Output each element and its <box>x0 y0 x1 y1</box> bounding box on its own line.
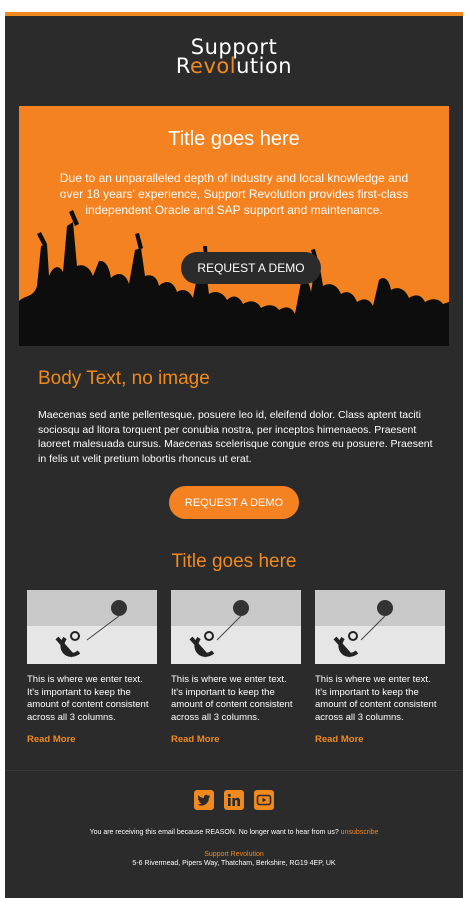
anchor-balloon-image <box>315 590 445 664</box>
email-container: Support Revolution Title goes here Due t… <box>5 12 463 898</box>
read-more-link[interactable]: Read More <box>171 734 301 745</box>
youtube-icon[interactable] <box>254 790 275 810</box>
anchor-balloon-image <box>27 590 157 664</box>
column-text: This is where we enter text. It's import… <box>27 674 149 723</box>
linkedin-icon[interactable] <box>224 790 244 810</box>
hero-request-demo-button[interactable]: REQUEST A DEMO <box>181 252 321 284</box>
footer-notice: You are receiving this email because REA… <box>5 829 463 836</box>
read-more-link[interactable]: Read More <box>27 734 157 745</box>
company-address: 5-6 Rivermead, Pipers Way, Thatcham, Ber… <box>132 860 336 867</box>
logo-line-2: Revolution <box>175 54 293 78</box>
hero-text: Due to an unparalleled depth of industry… <box>59 171 409 217</box>
support-revolution-logo[interactable]: Support Revolution <box>169 37 299 78</box>
body-request-demo-button[interactable]: REQUEST A DEMO <box>169 486 299 519</box>
top-accent-bar <box>5 12 463 16</box>
column-3: This is where we enter text. It's import… <box>315 590 445 745</box>
footer-divider <box>5 770 463 771</box>
column-2: This is where we enter text. It's import… <box>171 590 301 745</box>
body-title: Body Text, no image <box>38 368 210 389</box>
column-text: This is where we enter text. It's import… <box>315 674 437 723</box>
column-1: This is where we enter text. It's import… <box>27 590 157 745</box>
hero-banner: Title goes here Due to an unparalleled d… <box>19 106 449 346</box>
three-column-section: This is where we enter text. It's import… <box>27 590 447 750</box>
section-title: Title goes here <box>171 551 297 572</box>
read-more-link[interactable]: Read More <box>315 734 445 745</box>
body-text: Maecenas sed ante pellentesque, posuere … <box>38 409 433 465</box>
hero-title: Title goes here <box>168 128 300 150</box>
social-links <box>5 790 463 810</box>
footer-notice-text: You are receiving this email because REA… <box>89 829 339 836</box>
company-link[interactable]: Support Revolution <box>5 850 463 859</box>
column-text: This is where we enter text. It's import… <box>171 674 293 723</box>
twitter-icon[interactable] <box>193 790 214 810</box>
unsubscribe-link[interactable]: unsubscribe <box>341 829 379 836</box>
footer-company: Support Revolution 5-6 Rivermead, Pipers… <box>5 850 463 868</box>
anchor-balloon-image <box>171 590 301 664</box>
